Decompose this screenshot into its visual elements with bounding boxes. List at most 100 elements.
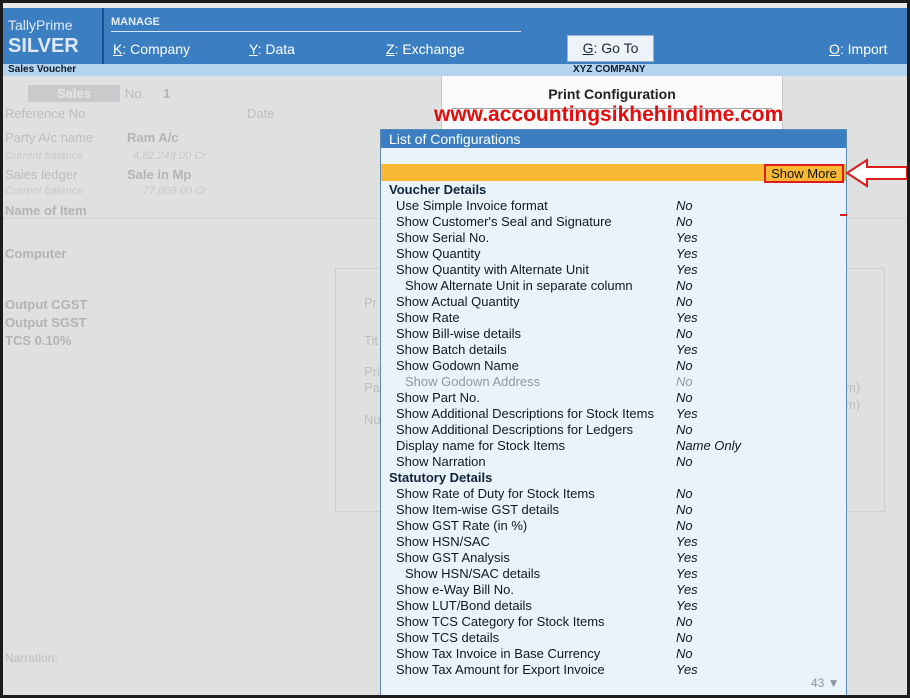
config-row[interactable]: Show Rate Yes [381,310,846,326]
menu-go-to[interactable]: G: Go To [567,35,654,62]
config-value[interactable]: Name Only [676,438,741,453]
config-row[interactable]: Show Alternate Unit in separate column No [381,278,846,294]
party-value: Ram A/c [127,130,179,145]
menu-import[interactable]: O: Import [829,41,887,57]
config-row[interactable]: Show Quantity with Alternate Unit Yes [381,262,846,278]
config-row[interactable]: Show Serial No. Yes [381,230,846,246]
pointer-arrow-icon [845,158,907,188]
config-row[interactable]: Display name for Stock Items Name Only [381,438,846,454]
config-value[interactable]: No [676,358,693,373]
config-row[interactable]: Show Tax Invoice in Base Currency No [381,646,846,662]
config-value[interactable]: Yes [676,342,698,357]
config-row[interactable]: Show Tax Amount for Export Invoice Yes [381,662,846,678]
config-row[interactable]: Show HSN/SAC details Yes [381,566,846,582]
config-value[interactable]: No [676,614,693,629]
config-label: Show Additional Descriptions for Stock I… [396,406,654,421]
menu-go-to-key: G [582,40,594,56]
menu-company-key: K [113,41,123,57]
config-value[interactable]: Yes [676,406,698,421]
config-row[interactable]: Use Simple Invoice format No [381,198,846,214]
panel-fragment: m) [845,380,861,395]
config-row[interactable]: Show LUT/Bond details Yes [381,598,846,614]
edition-name: SILVER [8,35,79,57]
config-value[interactable]: No [676,326,693,341]
config-label: Show Actual Quantity [396,294,520,309]
config-row[interactable]: Show GST Rate (in %) No [381,518,846,534]
config-label: Show GST Analysis [396,550,510,565]
narration-label: Narration: [5,651,58,665]
config-row[interactable]: Show Part No. No [381,390,846,406]
menu-import-key: O [829,41,840,57]
tax-ledger: Output SGST [5,315,87,330]
config-row[interactable]: Show TCS Category for Stock Items No [381,614,846,630]
config-row[interactable]: Show GST Analysis Yes [381,550,846,566]
config-row[interactable]: Show Additional Descriptions for Ledgers… [381,422,846,438]
config-value[interactable]: Yes [676,598,698,613]
config-row[interactable]: Show Quantity Yes [381,246,846,262]
voucher-no-value: 1 [163,86,171,101]
menu-exchange[interactable]: Z: Exchange [386,41,465,57]
config-label: Show Rate [396,310,460,325]
config-row[interactable]: Show HSN/SAC Yes [381,534,846,550]
menu-company-label: : Company [122,41,191,57]
config-value[interactable]: No [676,486,693,501]
config-label: Show Quantity [396,246,481,261]
list-of-configurations-panel: List of Configurations Show More Voucher… [380,129,847,695]
config-value[interactable]: Yes [676,662,698,677]
config-value[interactable]: No [676,214,693,229]
config-row[interactable]: Show Godown Name No [381,358,846,374]
config-value[interactable]: Yes [676,582,698,597]
config-row[interactable]: Show Additional Descriptions for Stock I… [381,406,846,422]
config-value[interactable]: No [676,502,693,517]
config-value[interactable]: No [676,422,693,437]
config-label: Show LUT/Bond details [396,598,532,613]
party-label: Party A/c name [5,130,94,145]
menu-data[interactable]: Y: Data [249,41,295,57]
config-value[interactable]: No [676,454,693,469]
config-value[interactable]: Yes [676,566,698,581]
config-value[interactable]: No [676,294,693,309]
reference-no-label: Reference No [5,106,86,121]
list-page-count[interactable]: 43 ▼ [811,676,840,690]
config-value[interactable]: Yes [676,310,698,325]
date-label: Date [247,106,275,121]
config-value[interactable]: No [676,390,693,405]
config-value[interactable]: No [676,518,693,533]
menu-company[interactable]: K: Company [113,41,190,57]
config-label: Show Customer's Seal and Signature [396,214,612,229]
panel-fragment: Nu [364,412,381,427]
config-value[interactable]: Yes [676,246,698,261]
config-row[interactable]: Show Item-wise GST details No [381,502,846,518]
config-row[interactable]: Show Bill-wise details No [381,326,846,342]
config-row[interactable]: Show Actual Quantity No [381,294,846,310]
config-value[interactable]: Yes [676,262,698,277]
config-row[interactable]: Show Godown Address No [381,374,846,390]
config-row[interactable]: Show Rate of Duty for Stock Items No [381,486,846,502]
config-value[interactable]: No [676,630,693,645]
manage-underline [111,31,521,32]
menu-exchange-key: Z [386,41,395,57]
config-label: Show TCS details [396,630,500,645]
config-row[interactable]: Show Batch details Yes [381,342,846,358]
config-label: Show Tax Invoice in Base Currency [396,646,601,661]
config-label: Show Quantity with Alternate Unit [396,262,589,277]
config-row[interactable]: Show Customer's Seal and Signature No [381,214,846,230]
config-label: Show Batch details [396,342,507,357]
sales-balance-value: 77,009.00 Cr [143,185,207,197]
sales-ledger-value: Sale in Mp [127,167,192,182]
config-value[interactable]: Yes [676,230,698,245]
config-row[interactable]: Show TCS details No [381,630,846,646]
config-label: Show Godown Address [405,374,541,389]
config-value[interactable]: Yes [676,550,698,565]
config-value[interactable]: No [676,198,693,213]
config-value[interactable]: Yes [676,534,698,549]
config-value[interactable]: No [676,278,693,293]
config-value[interactable]: No [676,374,693,389]
annotation-tick [840,214,847,216]
config-row[interactable]: Show Narration No [381,454,846,470]
config-row[interactable]: Show e-Way Bill No. Yes [381,582,846,598]
show-more-button[interactable]: Show More [764,164,844,183]
config-label: Show Narration [396,454,486,469]
config-value[interactable]: No [676,646,693,661]
item-header: Name of Item [5,203,87,218]
